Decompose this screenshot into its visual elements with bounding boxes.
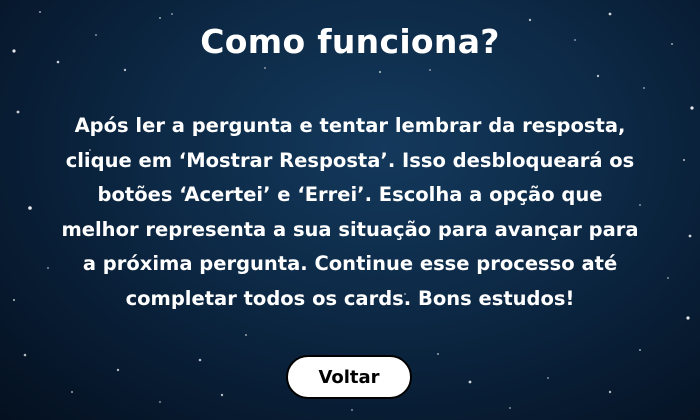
instructions-text: Após ler a pergunta e tentar lembrar da … [61, 114, 639, 310]
back-button[interactable]: Voltar [286, 355, 412, 399]
info-panel: Como funciona? Após ler a pergunta e ten… [0, 0, 700, 420]
page-title: Como funciona? [200, 22, 500, 61]
